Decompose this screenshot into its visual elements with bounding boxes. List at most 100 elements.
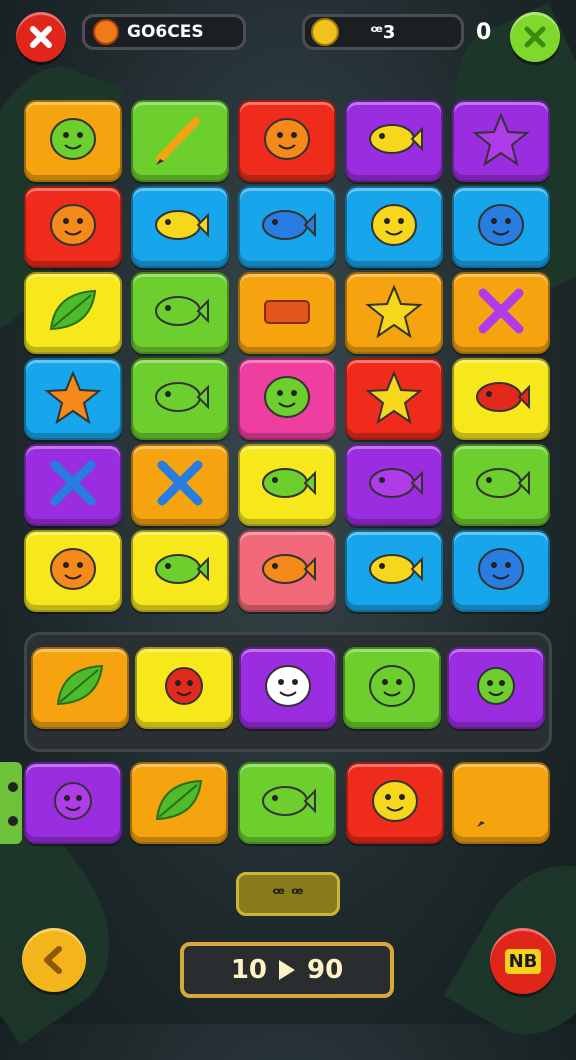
green-fish-face-icon	[148, 367, 212, 431]
top-bar: GO6CES ꟹ3 0	[0, 0, 576, 70]
pencil-icon	[148, 109, 212, 173]
tile-tray[interactable]	[135, 647, 233, 729]
tile[interactable]	[131, 358, 229, 440]
back-arrow-icon	[44, 946, 62, 974]
tile[interactable]	[24, 530, 122, 612]
tile[interactable]	[345, 530, 443, 612]
tile-bottom[interactable]	[130, 762, 228, 844]
yellow-fish-eye-icon	[148, 195, 212, 259]
blue-cross-icon	[41, 453, 105, 517]
tile[interactable]	[238, 530, 336, 612]
red-bird-icon	[469, 367, 533, 431]
purple-star-blob-icon	[469, 109, 533, 173]
tile[interactable]	[452, 358, 550, 440]
green-blob-face-icon	[255, 367, 319, 431]
red-monster-face-icon	[152, 656, 216, 720]
blue-blob-icon	[469, 539, 533, 603]
blue-cross-icon	[148, 453, 212, 517]
progress-panel: 10 90	[180, 942, 394, 998]
tile-tray[interactable]	[343, 647, 441, 729]
tile[interactable]	[131, 272, 229, 354]
tile[interactable]	[24, 358, 122, 440]
tile-tray[interactable]	[239, 647, 337, 729]
green-fish-icon	[148, 539, 212, 603]
tile-bottom[interactable]	[24, 762, 122, 844]
yellow-star-icon	[362, 367, 426, 431]
player-name-pill: GO6CES	[82, 14, 246, 50]
back-button[interactable]	[22, 928, 86, 992]
green-leaf-icon	[41, 281, 105, 345]
tile[interactable]	[131, 100, 229, 182]
tile[interactable]	[238, 444, 336, 526]
tile[interactable]	[24, 100, 122, 182]
close-icon	[30, 26, 52, 48]
coin-icon	[311, 18, 339, 46]
tile[interactable]	[24, 186, 122, 268]
tile[interactable]	[238, 100, 336, 182]
blue-bomb-icon	[469, 195, 533, 259]
green-lizard-icon	[469, 453, 533, 517]
yellow-fish-icon	[362, 109, 426, 173]
yellow-smiley-face-icon	[363, 771, 427, 835]
tile[interactable]	[238, 186, 336, 268]
tile[interactable]	[452, 186, 550, 268]
tile[interactable]	[238, 272, 336, 354]
tile-bottom[interactable]	[346, 762, 444, 844]
tile[interactable]	[452, 100, 550, 182]
tile[interactable]	[452, 530, 550, 612]
progress-target: 90	[307, 955, 344, 985]
yellow-star-icon	[362, 281, 426, 345]
purple-dinosaur-icon	[362, 453, 426, 517]
green-bush-icon	[360, 656, 424, 720]
tile-tray[interactable]	[447, 647, 545, 729]
tile[interactable]	[345, 444, 443, 526]
green-blob-face-icon	[41, 109, 105, 173]
confirm-button[interactable]	[510, 12, 560, 62]
side-tab[interactable]	[0, 762, 22, 844]
coin-value: ꟹ3	[370, 21, 396, 43]
menu-button[interactable]: NB	[490, 928, 556, 994]
green-fish-face-icon	[255, 771, 319, 835]
close-button[interactable]	[16, 12, 66, 62]
green-leaf-bird-icon	[48, 656, 112, 720]
score-value: 0	[476, 20, 492, 45]
menu-button-label: NB	[504, 948, 542, 974]
green-fish-icon	[148, 281, 212, 345]
tile[interactable]	[452, 272, 550, 354]
green-leaf-icon	[147, 771, 211, 835]
tile[interactable]	[24, 272, 122, 354]
player-avatar-icon	[93, 19, 119, 45]
tile[interactable]	[345, 100, 443, 182]
progress-current: 10	[230, 955, 267, 985]
side-tab-dot	[8, 816, 18, 826]
yellow-fish-eye-icon	[362, 539, 426, 603]
tile[interactable]	[452, 444, 550, 526]
counter-label: ꟹ ꟹ	[272, 883, 304, 905]
tile-bottom[interactable]	[452, 762, 550, 844]
tile[interactable]	[345, 186, 443, 268]
side-tab-dot	[8, 782, 18, 792]
play-arrow-icon	[279, 960, 295, 980]
tile[interactable]	[131, 186, 229, 268]
tile[interactable]	[131, 530, 229, 612]
green-spiky-face-icon	[464, 656, 528, 720]
green-fish-face-icon	[255, 453, 319, 517]
selection-tray	[24, 632, 552, 752]
sun-face-icon	[41, 195, 105, 259]
pencil-icon	[469, 771, 533, 835]
tile[interactable]	[24, 444, 122, 526]
yellow-blob-face-icon	[362, 195, 426, 259]
orange-smiley-face-icon	[255, 109, 319, 173]
tile-tray[interactable]	[31, 647, 129, 729]
player-name: GO6CES	[127, 22, 204, 42]
tile[interactable]	[131, 444, 229, 526]
coin-pill: ꟹ3	[302, 14, 464, 50]
orange-brick-icon	[255, 281, 319, 345]
purple-cross-icon	[469, 281, 533, 345]
orange-fish-icon	[255, 539, 319, 603]
tile[interactable]	[238, 358, 336, 440]
orange-face-hat-icon	[41, 539, 105, 603]
tile-bottom[interactable]	[238, 762, 336, 844]
tile[interactable]	[345, 272, 443, 354]
tile[interactable]	[345, 358, 443, 440]
